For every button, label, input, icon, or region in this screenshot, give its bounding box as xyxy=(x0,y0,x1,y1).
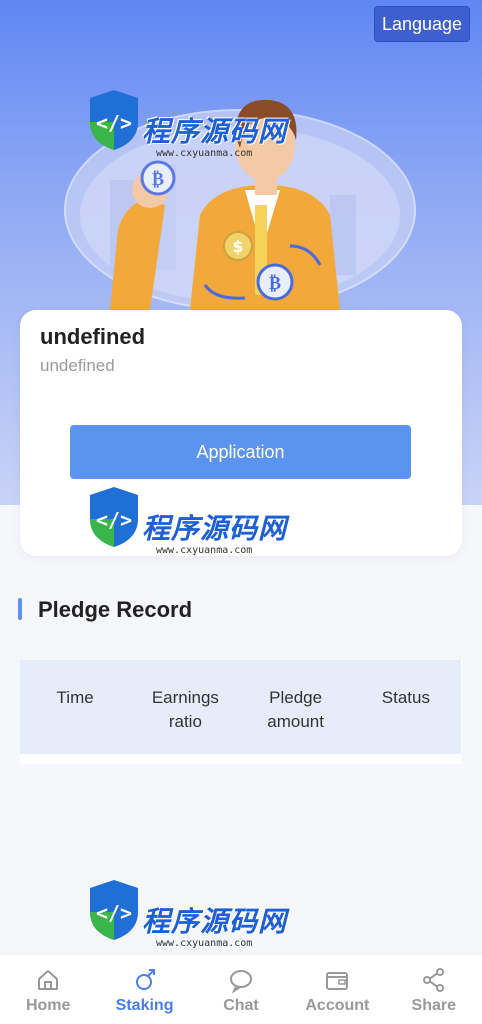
tab-chat-label: Chat xyxy=(223,997,259,1014)
svg-text:</>: </> xyxy=(96,111,132,135)
column-header-pledge-amount: Pledge amount xyxy=(267,688,324,731)
staking-icon xyxy=(135,969,155,990)
svg-text:₿: ₿ xyxy=(269,273,281,294)
watermark-logo: </> 程序源码网 www.cxyuanma.com xyxy=(86,485,296,575)
column-header-earnings-ratio: Earnings ratio xyxy=(151,688,219,731)
column-header-status: Status xyxy=(381,688,430,707)
bottom-tab-bar: Home Staking Chat Account Share xyxy=(0,954,482,1024)
watermark-brand: 程序源码网 xyxy=(142,115,288,148)
tab-home[interactable]: Home xyxy=(0,955,96,1024)
watermark-url: www.cxyuanma.com xyxy=(156,938,253,949)
column-header-time: Time xyxy=(56,688,94,707)
watermark-url: www.cxyuanma.com xyxy=(156,545,253,556)
pledge-table: Time Earnings ratio Pledge amount Status xyxy=(20,660,462,764)
shield-icon: </> xyxy=(90,90,138,150)
tab-account-label: Account xyxy=(305,997,370,1014)
language-button[interactable]: Language xyxy=(374,6,470,42)
tab-home-label: Home xyxy=(25,997,71,1014)
card-subtitle: undefined xyxy=(40,356,115,375)
watermark-brand: 程序源码网 xyxy=(142,512,288,545)
card-title: undefined xyxy=(40,324,146,349)
tab-account[interactable]: Account xyxy=(289,955,385,1024)
share-icon xyxy=(422,968,444,992)
shield-icon: </> xyxy=(90,487,138,547)
section-accent-bar xyxy=(18,598,22,620)
svg-text:$: $ xyxy=(232,237,243,256)
svg-text:</>: </> xyxy=(96,508,132,532)
tab-staking[interactable]: Staking xyxy=(97,955,193,1024)
chat-icon xyxy=(229,970,252,993)
pledge-table-header: Time Earnings ratio Pledge amount Status xyxy=(20,660,461,754)
watermark-url: www.cxyuanma.com xyxy=(156,148,253,159)
shield-icon: </> xyxy=(90,880,138,940)
watermark-brand: 程序源码网 xyxy=(142,905,288,938)
pledge-record-title: Pledge Record xyxy=(38,597,193,622)
wallet-icon xyxy=(326,972,349,990)
svg-text:</>: </> xyxy=(96,901,132,925)
tab-share-label: Share xyxy=(411,997,456,1014)
watermark-logo: </> 程序源码网 www.cxyuanma.com xyxy=(86,88,296,178)
application-button[interactable]: Application xyxy=(70,425,411,479)
tab-share[interactable]: Share xyxy=(386,955,482,1024)
tab-chat[interactable]: Chat xyxy=(193,955,289,1024)
tab-staking-label: Staking xyxy=(115,997,174,1014)
home-icon xyxy=(38,970,59,990)
